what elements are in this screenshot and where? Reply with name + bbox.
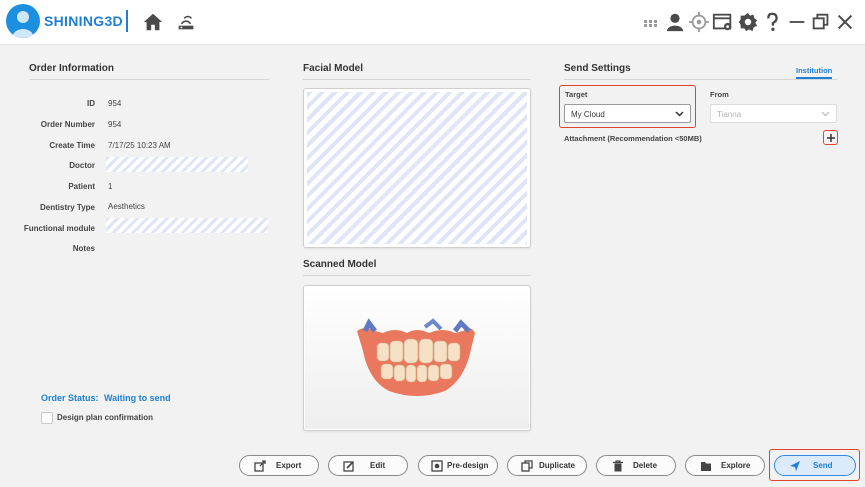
scanned-model-title: Scanned Model [303, 259, 377, 270]
duplicate-icon [521, 460, 533, 472]
chevron-down-icon [675, 111, 684, 117]
plus-icon [826, 133, 835, 142]
app-header: SHINING3D [0, 0, 865, 45]
order-info-title: Order Information [29, 63, 115, 74]
field-label-functional-module: Functional module [23, 224, 95, 233]
folder-icon [701, 462, 711, 471]
cloud-router-icon[interactable] [175, 11, 197, 33]
facial-model-image [307, 92, 527, 244]
predesign-button[interactable]: Pre-design [418, 455, 498, 476]
delete-label: Delete [633, 461, 658, 470]
field-value-dentistry-type: Aesthetics [108, 202, 145, 211]
from-select: Tianna [710, 104, 837, 123]
field-label-doctor: Doctor [69, 161, 95, 170]
restore-icon[interactable] [810, 11, 832, 33]
send-settings-divider [564, 79, 837, 80]
design-plan-label: Design plan confirmation [57, 413, 154, 422]
send-icon [790, 461, 800, 471]
field-value-functional-module-redacted [106, 218, 268, 233]
facial-model-viewer[interactable] [303, 88, 531, 248]
grid-icon[interactable] [643, 11, 659, 33]
scanned-model-divider [303, 275, 531, 276]
facial-model-divider [303, 79, 531, 80]
minimize-icon[interactable] [786, 11, 808, 33]
teeth-scan-image [357, 318, 475, 396]
from-label: From [710, 90, 729, 99]
field-label-order-number: Order Number [40, 120, 95, 129]
logo-icon [6, 4, 40, 38]
home-icon[interactable] [142, 11, 164, 33]
design-plan-checkbox[interactable] [41, 412, 53, 424]
predesign-label: Pre-design [447, 461, 489, 470]
field-label-notes: Notes [72, 244, 95, 253]
order-info-divider [29, 79, 269, 80]
export-label: Export [276, 461, 302, 470]
field-label-patient: Patient [68, 182, 95, 191]
field-value-doctor-redacted [106, 157, 248, 172]
target-select-value: My Cloud [571, 110, 605, 119]
scanned-model-viewer[interactable] [303, 285, 531, 431]
target-label: Target [565, 90, 588, 99]
explore-button[interactable]: Explore [685, 455, 765, 476]
target-select[interactable]: My Cloud [564, 104, 691, 123]
chevron-down-icon [821, 111, 830, 117]
send-settings-title: Send Settings [564, 63, 631, 74]
send-label: Send [813, 461, 833, 470]
close-icon[interactable] [834, 11, 856, 33]
facial-model-title: Facial Model [303, 63, 364, 74]
send-button[interactable]: Send [774, 455, 856, 476]
help-icon[interactable] [761, 11, 783, 33]
user-icon[interactable] [664, 11, 686, 33]
brand-divider [126, 10, 128, 32]
scanned-model-image [305, 287, 529, 429]
edit-icon [343, 461, 354, 472]
field-value-create-time: 7/17/25 10:23 AM [108, 141, 171, 150]
predesign-icon [431, 460, 443, 472]
delete-button[interactable]: Delete [596, 455, 676, 476]
field-label-create-time: Create Time [49, 141, 95, 150]
duplicate-button[interactable]: Duplicate [507, 455, 587, 476]
duplicate-label: Duplicate [539, 461, 576, 470]
tab-institution[interactable]: Institution [796, 66, 833, 79]
field-label-dentistry-type: Dentistry Type [40, 203, 95, 212]
field-value-order-number: 954 [108, 120, 122, 129]
add-attachment-button[interactable] [823, 130, 838, 145]
order-status-label: Order Status: [41, 393, 99, 403]
field-value-patient: 1 [108, 182, 113, 191]
export-icon [254, 460, 266, 472]
brand-name: SHINING3D [44, 13, 123, 29]
field-value-id: 954 [108, 99, 122, 108]
trash-icon [613, 460, 623, 472]
target-icon[interactable] [688, 11, 710, 33]
order-status-value: Waiting to send [104, 393, 171, 403]
field-label-id: ID [87, 99, 95, 108]
window-settings-icon[interactable] [712, 11, 734, 33]
explore-label: Explore [721, 461, 751, 470]
attachment-label: Attachment (Recommendation <50MB) [564, 134, 702, 143]
edit-label: Edit [370, 461, 386, 470]
from-select-value: Tianna [717, 110, 742, 119]
gear-icon[interactable] [737, 11, 759, 33]
edit-button[interactable]: Edit [328, 455, 408, 476]
export-button[interactable]: Export [239, 455, 319, 476]
